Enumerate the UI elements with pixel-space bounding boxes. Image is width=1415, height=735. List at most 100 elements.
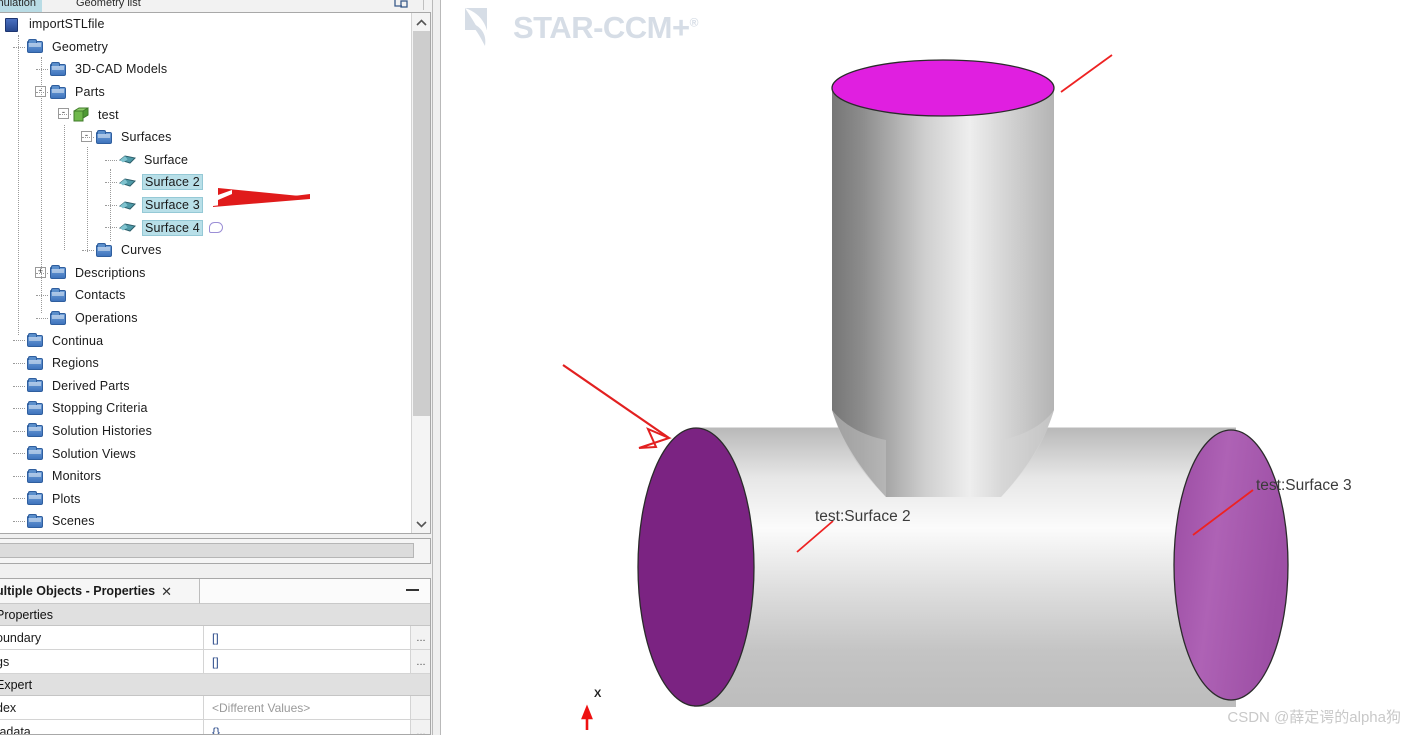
tree-node-label: Surfaces [121,130,172,145]
folder-icon [27,423,44,438]
tree-connector [13,408,25,410]
tree-node[interactable]: - Surfaces [0,126,410,149]
close-icon[interactable]: ✕ [161,585,172,598]
tree-node[interactable]: Scenes [0,510,410,533]
tree-node[interactable]: Surface 3 [0,194,410,217]
property-value[interactable]: [] [204,650,410,673]
scene-viewport[interactable]: STAR-CCM+® test:Surface 3 test:Surface 2… [441,0,1415,735]
tree-connector [13,340,25,342]
property-row[interactable]: oundary []... [0,626,430,650]
explorer-panel: imulation Geometry list importSTLfile Geo… [0,0,440,735]
label-surface-2: test:Surface 2 [815,508,911,526]
tree-connector [36,69,48,71]
tree-hscroll-thumb[interactable] [0,543,414,558]
folder-icon [27,333,44,348]
tree-node-label: Surface 2 [142,174,203,191]
panel-splitter[interactable] [432,0,441,735]
property-name: tadata [0,720,204,735]
property-editor-button[interactable]: ... [410,720,430,734]
property-editor-button[interactable]: ... [410,626,430,649]
surface3-face [1173,429,1289,701]
tree-node[interactable]: Monitors [0,465,410,488]
tree-connector [36,295,48,297]
folder-icon [50,265,67,280]
tab-geometry-list[interactable]: Geometry list [70,0,147,12]
tree-horizontal-scrollbar[interactable] [0,538,431,564]
property-name-label: gs [0,654,10,669]
tree-node[interactable]: Solution Histories [0,420,410,443]
tree-node-label: 3D-CAD Models [75,62,168,77]
simulation-file-icon [4,17,21,32]
tree-node-label: Surface 3 [142,197,203,214]
surface-icon [119,220,136,235]
scroll-up-icon[interactable] [412,13,430,31]
tree-node[interactable]: Geometry [0,36,410,59]
tree-guide [110,169,111,241]
property-value[interactable]: <Different Values> [204,696,410,719]
tree-connector [13,46,25,48]
tree-node[interactable]: Regions [0,352,410,375]
surface-icon [119,152,136,167]
tree-node[interactable]: Surface [0,149,410,172]
tree-node[interactable]: Curves [0,239,410,262]
property-row[interactable]: tadata {}... [0,720,430,735]
tab-simulation[interactable]: imulation [0,0,43,12]
property-editor-button[interactable]: ... [410,650,430,673]
tree-node-label: Surface 4 [142,219,203,236]
property-value[interactable]: {} [204,720,410,734]
tree-vertical-scrollbar[interactable] [411,13,430,533]
tree-node[interactable]: Operations [0,307,410,330]
tree-node[interactable]: Derived Parts [0,375,410,398]
tree-node[interactable]: Continua [0,329,410,352]
scroll-down-icon[interactable] [412,515,430,533]
tree-node-label: Continua [52,333,104,348]
simulation-tree[interactable]: importSTLfile Geometry 3D-CAD Models - Parts… [0,13,410,533]
property-row[interactable]: gs []... [0,650,430,674]
tree-node[interactable]: Surface 2 [0,171,410,194]
label-surface-2-text: test:Surface 2 [815,508,911,525]
surface4-face [831,59,1055,117]
restore-window-icon[interactable] [394,0,408,8]
tree-connector [105,227,117,229]
tree-node[interactable]: + Descriptions [0,262,410,285]
minimize-icon[interactable] [406,589,419,591]
axis-x-label: X [594,688,602,700]
panel-tabstrip: imulation Geometry list [0,0,440,12]
tree-node[interactable]: 3D-CAD Models [0,58,410,81]
tree-node-label: Monitors [52,469,102,484]
tree-node[interactable]: - Parts [0,81,410,104]
tree-node[interactable]: Surface 4 [0,216,410,239]
surface-icon [119,198,136,213]
tree-connector [36,272,48,274]
tree-node-label: test [98,107,119,122]
tree-connector [13,475,25,477]
comment-icon[interactable] [208,222,223,234]
properties-panel-title: ultiple Objects - Properties [0,584,156,598]
property-value[interactable]: [] [204,626,410,649]
tree-node[interactable]: Contacts [0,284,410,307]
properties-panel-titlebar[interactable]: ultiple Objects - Properties ✕ [0,579,200,604]
property-group-header: Properties [0,604,430,626]
tree-node[interactable]: Plots [0,487,410,510]
property-name-label: tadata [0,724,31,735]
tree-node-label: Surface [144,152,189,167]
property-name: gs [0,650,204,673]
folder-icon [50,310,67,326]
tree-node[interactable]: Solution Views [0,442,410,465]
properties-table: Properties oundary []... gs []... Expert dex <D… [0,604,430,735]
tree-node[interactable]: - test [0,103,410,126]
folder-icon [50,84,67,100]
annotation-arrow-viewport [562,364,672,449]
property-name: oundary [0,626,204,649]
tree-connector [36,317,48,319]
property-row[interactable]: dex <Different Values> [0,696,430,720]
tabstrip-divider [423,0,424,10]
tree-connector [82,249,94,251]
tree-guide [18,35,19,335]
folder-icon [27,446,44,461]
tree-node[interactable]: Stopping Criteria [0,397,410,420]
tree-connector [105,159,117,161]
tree-scroll-thumb[interactable] [413,31,430,416]
tree-node[interactable]: importSTLfile [0,13,410,36]
tee-pipe-geometry [562,54,1289,730]
